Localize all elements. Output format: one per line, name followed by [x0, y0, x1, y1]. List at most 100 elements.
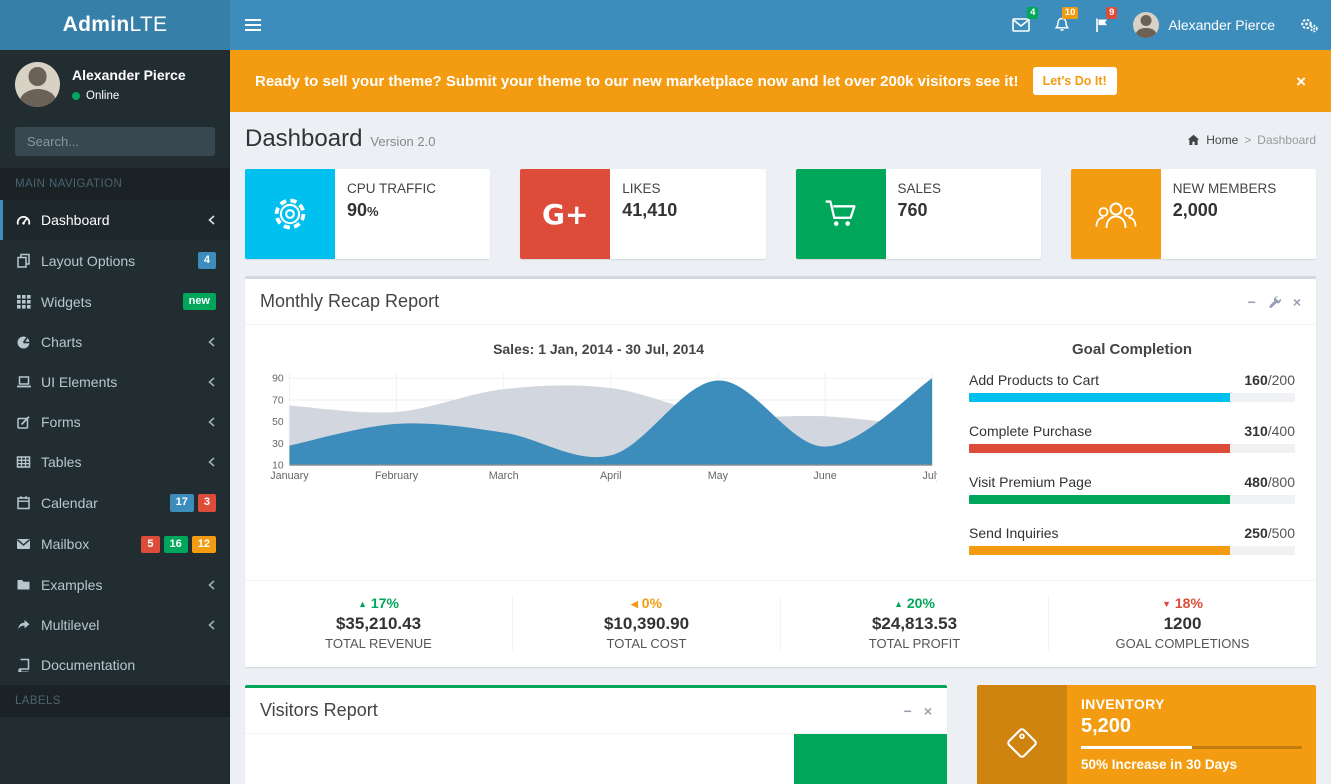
- bottom-row: Visitors Report − × INVENTORY: [245, 685, 1316, 784]
- sidebar-item-tables[interactable]: Tables: [0, 442, 230, 482]
- goal-visit-premium: Visit Premium Page480/800: [969, 474, 1295, 504]
- layout-options-badge: 4: [198, 252, 216, 269]
- visitors-chart-panel: [794, 734, 947, 784]
- stat-value: $35,210.43: [245, 614, 512, 634]
- chevron-left-icon: [207, 376, 216, 388]
- stat-percent: 20%: [907, 595, 935, 611]
- sidebar-item-multilevel[interactable]: Multilevel: [0, 605, 230, 645]
- goal-total: /200: [1268, 372, 1295, 388]
- breadcrumb-home-link[interactable]: Home: [1206, 133, 1238, 147]
- stat-goal-completions: ▼ 18% 1200 GOAL COMPLETIONS: [1049, 595, 1316, 651]
- progress-track: [969, 495, 1295, 504]
- mailbox-badge: 12: [192, 536, 216, 553]
- sidebar-item-label: Multilevel: [41, 617, 99, 633]
- settings-button[interactable]: [1287, 0, 1331, 50]
- collapse-icon[interactable]: −: [1248, 295, 1256, 309]
- close-icon[interactable]: ×: [924, 704, 932, 718]
- svg-text:June: June: [813, 470, 836, 482]
- sidebar-section-main: MAIN NAVIGATION: [0, 168, 230, 200]
- notifications-menu-button[interactable]: 10: [1042, 0, 1082, 50]
- monthly-recap-box: Monthly Recap Report − × Sales: 1 Jan, 2…: [245, 276, 1316, 667]
- sidebar-item-dashboard[interactable]: Dashboard: [0, 200, 230, 240]
- close-icon[interactable]: ×: [1293, 295, 1301, 309]
- folder-icon: [15, 578, 32, 591]
- messages-menu-button[interactable]: 4: [1000, 0, 1042, 50]
- sales-chart-area: Sales: 1 Jan, 2014 - 30 Jul, 2014 103050…: [260, 337, 947, 576]
- sidebar-item-mailbox[interactable]: Mailbox 5 16 12: [0, 524, 230, 565]
- svg-text:March: March: [489, 470, 519, 482]
- goal-completion-title: Goal Completion: [969, 341, 1295, 358]
- stat-total-revenue: ▲ 17% $35,210.43 TOTAL REVENUE: [245, 595, 513, 651]
- sidebar-item-charts[interactable]: Charts: [0, 322, 230, 362]
- bell-icon: [1054, 17, 1070, 33]
- progress-track: [969, 393, 1295, 402]
- info-box-label: CPU TRAFFIC: [347, 181, 436, 196]
- brand-light: LTE: [129, 13, 167, 37]
- sidebar-user-name: Alexander Pierce: [72, 67, 186, 83]
- sidebar-item-documentation[interactable]: Documentation: [0, 645, 230, 685]
- sidebar-item-label: Widgets: [41, 294, 92, 310]
- goal-value: 480: [1244, 474, 1267, 490]
- breadcrumb: Home > Dashboard: [1187, 133, 1316, 147]
- sidebar-item-calendar[interactable]: Calendar 17 3: [0, 482, 230, 523]
- visitors-box-header: Visitors Report − ×: [245, 688, 947, 734]
- svg-text:May: May: [708, 470, 729, 482]
- caret-up-icon: ▲: [358, 599, 367, 609]
- chevron-left-icon: [207, 214, 216, 226]
- breadcrumb-current: Dashboard: [1257, 133, 1316, 147]
- info-box-label: LIKES: [622, 181, 677, 196]
- caret-down-icon: ▼: [1162, 599, 1171, 609]
- flag-icon: [1094, 17, 1109, 33]
- stat-label: TOTAL PROFIT: [781, 636, 1048, 651]
- sidebar-item-widgets[interactable]: Widgets new: [0, 281, 230, 322]
- goal-value: 160: [1244, 372, 1267, 388]
- info-box-value: 90: [347, 200, 367, 220]
- recap-box-title: Monthly Recap Report: [260, 291, 439, 312]
- sidebar-user-status[interactable]: Online: [72, 90, 186, 102]
- stat-label: TOTAL COST: [513, 636, 780, 651]
- stat-percent: 17%: [371, 595, 399, 611]
- status-label: Online: [86, 90, 119, 102]
- progress-fill: [969, 444, 1230, 453]
- user-menu-button[interactable]: Alexander Pierce: [1121, 0, 1287, 50]
- recap-box-body: Sales: 1 Jan, 2014 - 30 Jul, 2014 103050…: [245, 325, 1316, 580]
- edit-icon: [15, 415, 32, 430]
- wrench-icon[interactable]: [1268, 295, 1281, 308]
- goal-send-inquiries: Send Inquiries250/500: [969, 525, 1295, 555]
- envelope-icon: [1012, 18, 1030, 32]
- svg-text:February: February: [375, 470, 419, 482]
- search-input[interactable]: [15, 127, 215, 156]
- info-box-value: 760: [898, 200, 928, 220]
- sidebar-item-layout-options[interactable]: Layout Options 4: [0, 240, 230, 281]
- inventory-progress-track: [1081, 746, 1302, 749]
- sidebar-user-avatar: [15, 62, 60, 107]
- banner-text: Ready to sell your theme? Submit your th…: [255, 73, 1019, 90]
- collapse-icon[interactable]: −: [904, 704, 912, 718]
- banner-close-icon[interactable]: ×: [1296, 73, 1306, 90]
- sidebar-item-ui-elements[interactable]: UI Elements: [0, 362, 230, 402]
- sidebar-toggle-button[interactable]: [230, 0, 276, 50]
- banner-cta-button[interactable]: Let's Do It!: [1033, 67, 1117, 95]
- inventory-description: 50% Increase in 30 Days: [1081, 757, 1302, 772]
- promo-banner: Ready to sell your theme? Submit your th…: [230, 50, 1331, 112]
- stat-label: TOTAL REVENUE: [245, 636, 512, 651]
- share-icon: [15, 618, 32, 631]
- sidebar-item-label: Charts: [41, 334, 82, 350]
- tasks-menu-button[interactable]: 9: [1082, 0, 1121, 50]
- info-box-row: CPU TRAFFIC 90% G+ LIKES 41,410 SALES 76…: [245, 169, 1316, 259]
- calendar-icon: [15, 495, 32, 510]
- info-box-cpu-traffic: CPU TRAFFIC 90%: [245, 169, 490, 259]
- sidebar-item-forms[interactable]: Forms: [0, 402, 230, 442]
- google-plus-icon: G+: [520, 169, 610, 259]
- stat-percent: 0%: [642, 595, 662, 611]
- sidebar-item-label: Mailbox: [41, 536, 89, 552]
- user-name: Alexander Pierce: [1168, 17, 1275, 33]
- page-title: Dashboard: [245, 125, 362, 153]
- goal-label: Add Products to Cart: [969, 372, 1099, 388]
- info-box-suffix: %: [367, 204, 379, 219]
- sidebar-item-examples[interactable]: Examples: [0, 565, 230, 605]
- sidebar-item-label: Forms: [41, 414, 81, 430]
- sidebar-item-label: UI Elements: [41, 374, 117, 390]
- brand-logo[interactable]: AdminLTE: [0, 0, 230, 50]
- sidebar-section-labels: LABELS: [0, 685, 230, 717]
